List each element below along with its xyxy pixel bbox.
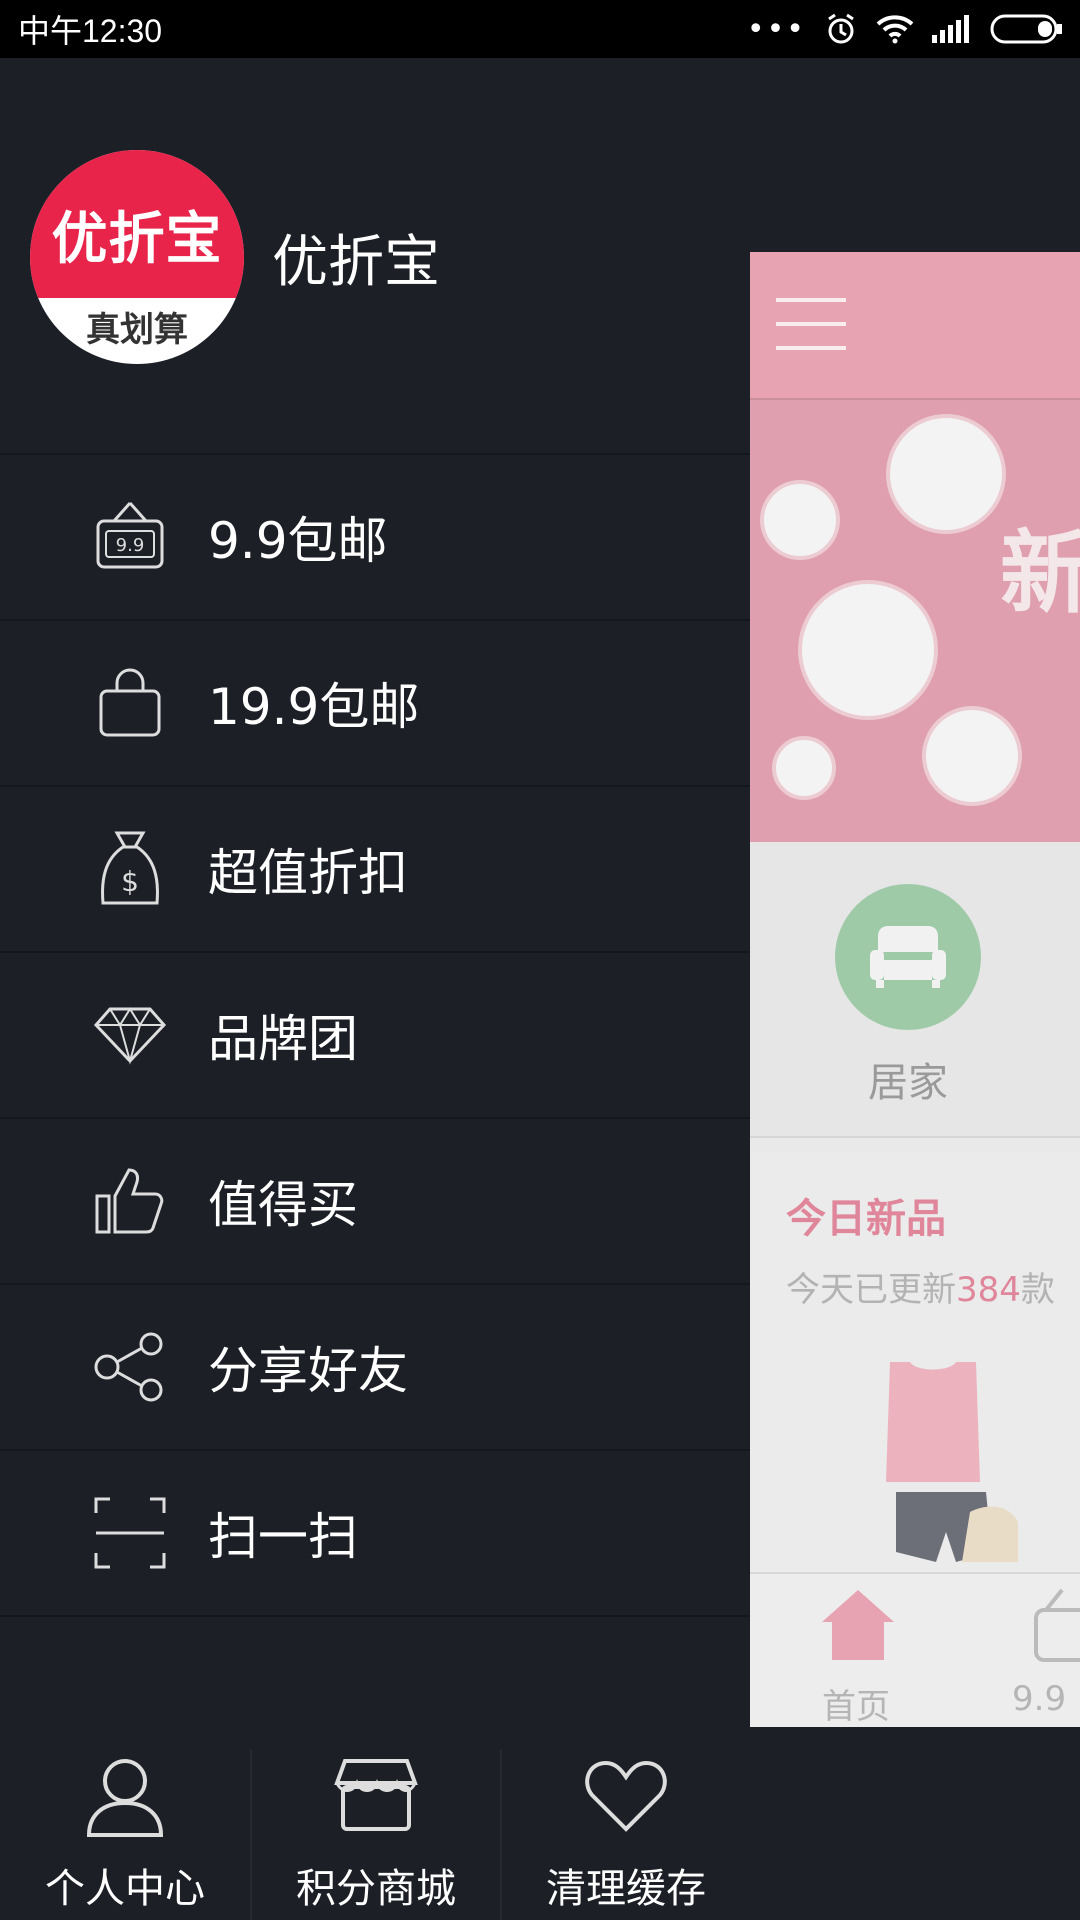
navigation-drawer: 优折宝 真划算 优折宝 9.9 9.9包邮 19.9包邮 $ 超值折扣 品牌团 … (0, 58, 750, 1920)
promo-banner[interactable]: 新 (750, 400, 1080, 842)
bottom-bar-label: 个人中心 (45, 1866, 205, 1912)
main-header (750, 252, 1080, 400)
menu-item-label: 分享好友 (208, 1342, 408, 1400)
profile-header[interactable]: 优折宝 真划算 优折宝 (30, 150, 440, 364)
app-logo: 优折宝 真划算 (30, 150, 244, 364)
home-icon (822, 1590, 894, 1660)
clear-cache-button[interactable]: 清理缓存 (500, 1750, 750, 1920)
shopping-bag-icon (90, 663, 170, 743)
main-content-preview[interactable]: 新 居家 今日新品 今天已更新384款 首页 9.9包 (750, 252, 1080, 1727)
category-label: 居家 (868, 1060, 948, 1106)
product-image[interactable] (860, 1342, 1040, 1572)
signal-icon (932, 15, 969, 43)
share-icon (90, 1327, 170, 1407)
menu-item-brand-group[interactable]: 品牌团 (0, 953, 750, 1119)
diamond-icon (90, 995, 170, 1075)
product-circle (922, 706, 1022, 806)
today-count: 384 (956, 1270, 1021, 1310)
logo-bottom-text: 真划算 (86, 310, 188, 350)
wifi-icon (876, 15, 914, 44)
bottom-bar-label: 清理缓存 (546, 1866, 706, 1912)
store-icon (331, 1750, 421, 1840)
thumbs-up-icon (90, 1161, 170, 1241)
money-bag-icon: $ (90, 829, 170, 909)
points-mall-button[interactable]: 积分商城 (250, 1750, 500, 1920)
tab-label: 首页 (822, 1687, 890, 1727)
drawer-menu: 9.9 9.9包邮 19.9包邮 $ 超值折扣 品牌团 值得买 分享好友 扫一扫 (0, 453, 750, 1617)
menu-item-label: 9.9包邮 (208, 512, 388, 570)
bottom-bar-label: 积分商城 (296, 1866, 456, 1912)
menu-item-label: 品牌团 (208, 1010, 358, 1068)
menu-item-9-9-free-shipping[interactable]: 9.9 9.9包邮 (0, 455, 750, 621)
heart-icon (581, 1750, 671, 1840)
menu-item-scan[interactable]: 扫一扫 (0, 1451, 750, 1617)
status-bar: 中午12:30 ••• (0, 0, 1080, 58)
alarm-icon (828, 13, 854, 44)
tab-label: 9.9包 (1012, 1679, 1067, 1719)
menu-item-label: 扫一扫 (208, 1508, 358, 1566)
svg-text:$: $ (121, 865, 139, 898)
menu-item-label: 值得买 (208, 1176, 358, 1234)
tag-9-9-icon (1034, 1588, 1080, 1662)
banner-text: 新 (1000, 521, 1080, 626)
product-circle (798, 580, 938, 720)
today-new-section: 今日新品 今天已更新384款 (750, 1152, 1080, 1572)
menu-item-label: 19.9包邮 (208, 678, 420, 736)
product-circle (760, 480, 840, 560)
drawer-bottom-bar: 个人中心 积分商城 清理缓存 (0, 1750, 750, 1920)
person-icon (80, 1750, 170, 1840)
logo-top-text: 优折宝 (51, 206, 223, 272)
menu-item-label: 超值折扣 (208, 844, 408, 902)
svg-text:9.9: 9.9 (116, 535, 145, 556)
scan-icon (90, 1493, 170, 1573)
menu-item-super-discount[interactable]: $ 超值折扣 (0, 787, 750, 953)
today-title: 今日新品 (786, 1196, 946, 1242)
category-row: 居家 (750, 842, 1080, 1138)
profile-name: 优折宝 (272, 229, 440, 295)
sofa-icon[interactable] (835, 884, 981, 1030)
status-icons: ••• (747, 12, 1064, 47)
product-circle (772, 736, 836, 800)
main-tabbar: 首页 9.9包 (750, 1572, 1080, 1727)
menu-item-share-friends[interactable]: 分享好友 (0, 1285, 750, 1451)
product-circle (886, 414, 1006, 534)
more-dots-icon: ••• (746, 11, 806, 47)
personal-center-button[interactable]: 个人中心 (0, 1750, 250, 1920)
battery-icon (990, 14, 1062, 44)
menu-item-worth-buying[interactable]: 值得买 (0, 1119, 750, 1285)
tag-9-9-icon: 9.9 (90, 497, 170, 577)
today-subtitle: 今天已更新384款 (786, 1270, 1055, 1310)
status-time: 中午12:30 (18, 13, 163, 49)
hamburger-menu-icon[interactable] (776, 298, 846, 370)
menu-item-19-9-free-shipping[interactable]: 19.9包邮 (0, 621, 750, 787)
